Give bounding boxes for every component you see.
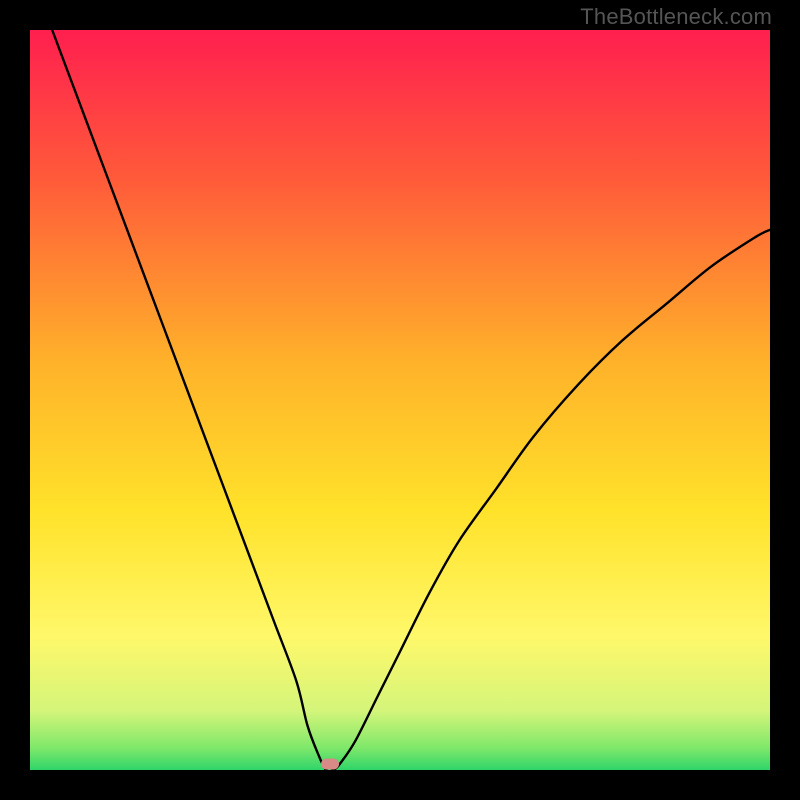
chart-frame: TheBottleneck.com (0, 0, 800, 800)
watermark-text: TheBottleneck.com (580, 4, 772, 30)
curve-layer (30, 30, 770, 770)
minimum-marker (321, 759, 339, 770)
bottleneck-curve (52, 30, 770, 770)
plot-area (30, 30, 770, 770)
